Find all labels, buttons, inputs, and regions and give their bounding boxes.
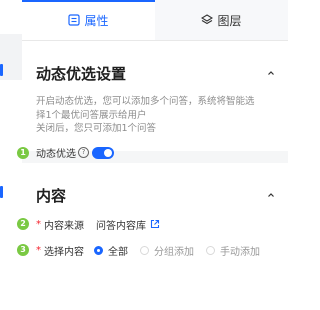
radio-all-label: 全部: [108, 246, 128, 258]
step-marker-1: 1: [17, 146, 29, 159]
dynamic-toggle-label: 动态优选: [36, 149, 76, 160]
step-marker-3: 3: [17, 244, 29, 256]
panel-tabs: 属性 图层: [22, 0, 288, 41]
required-asterisk: *: [36, 244, 41, 256]
radio-manual-add-label: 手动添加: [220, 246, 260, 258]
content-select-row: 3 * 选择内容 全部 分组添加 手动添加: [17, 241, 276, 259]
radio-group-add[interactable]: 分组添加: [140, 243, 194, 258]
dynamic-section-title: 动态优选设置: [36, 64, 127, 83]
section-accent-bar: [0, 186, 3, 198]
radio-all[interactable]: 全部: [94, 243, 128, 258]
radio-dot: [94, 245, 103, 255]
tab-layers-label: 图层: [217, 13, 242, 28]
content-source-row: 2 * 内容来源 问答内容库: [17, 215, 276, 233]
external-link-icon[interactable]: [150, 219, 160, 229]
chevron-up-icon[interactable]: [266, 68, 276, 78]
dynamic-section-header: 动态优选设置: [0, 41, 276, 84]
content-section-title: 内容: [36, 186, 67, 205]
content-source-label: 内容来源: [44, 220, 84, 232]
description-line: 关闭后，您只可添加1个问答: [36, 123, 157, 134]
radio-dot: [206, 245, 215, 255]
layers-icon: [201, 14, 214, 25]
radio-manual-add[interactable]: 手动添加: [206, 243, 260, 258]
dynamic-toggle-switch[interactable]: [92, 146, 114, 159]
description-line: 择1个最优问答展示给用户: [36, 109, 147, 121]
dynamic-description: 开启动态优选，您可以添加多个问答，系统将智能选 择1个最优问答展示给用户 关闭后…: [36, 95, 276, 136]
tab-attributes[interactable]: 属性: [22, 0, 155, 40]
attribute-icon: [68, 14, 81, 26]
description-line: 开启动态优选，您可以添加多个问答，系统将智能选: [36, 96, 255, 107]
dynamic-section: 动态优选设置 开启动态优选，您可以添加多个问答，系统将智能选 择1个最优问答展示…: [0, 41, 288, 160]
tab-attributes-label: 属性: [84, 13, 109, 28]
radio-group-add-label: 分组添加: [154, 246, 194, 258]
left-tab-stub: [0, 34, 22, 80]
help-icon[interactable]: ?: [78, 147, 89, 158]
content-section-header: 内容: [0, 163, 276, 206]
step-marker-2: 2: [17, 218, 29, 230]
content-section: 内容 2 * 内容来源 问答内容库 3 * 选择内容 全部 分组添加 手动添加: [0, 163, 288, 259]
content-select-label: 选择内容: [44, 246, 84, 258]
chevron-up-icon[interactable]: [266, 190, 276, 200]
dynamic-toggle-row: 1 动态优选 ?: [17, 144, 276, 162]
required-asterisk: *: [36, 218, 41, 230]
property-panel: 属性 图层 动态优选设置 开启动态优选，您可以添加多个问答，系统将智能选 择1个…: [0, 0, 288, 298]
tab-layers[interactable]: 图层: [155, 0, 288, 40]
content-source-value[interactable]: 问答内容库: [96, 217, 146, 232]
radio-dot: [140, 245, 149, 255]
section-accent-bar: [0, 64, 3, 76]
